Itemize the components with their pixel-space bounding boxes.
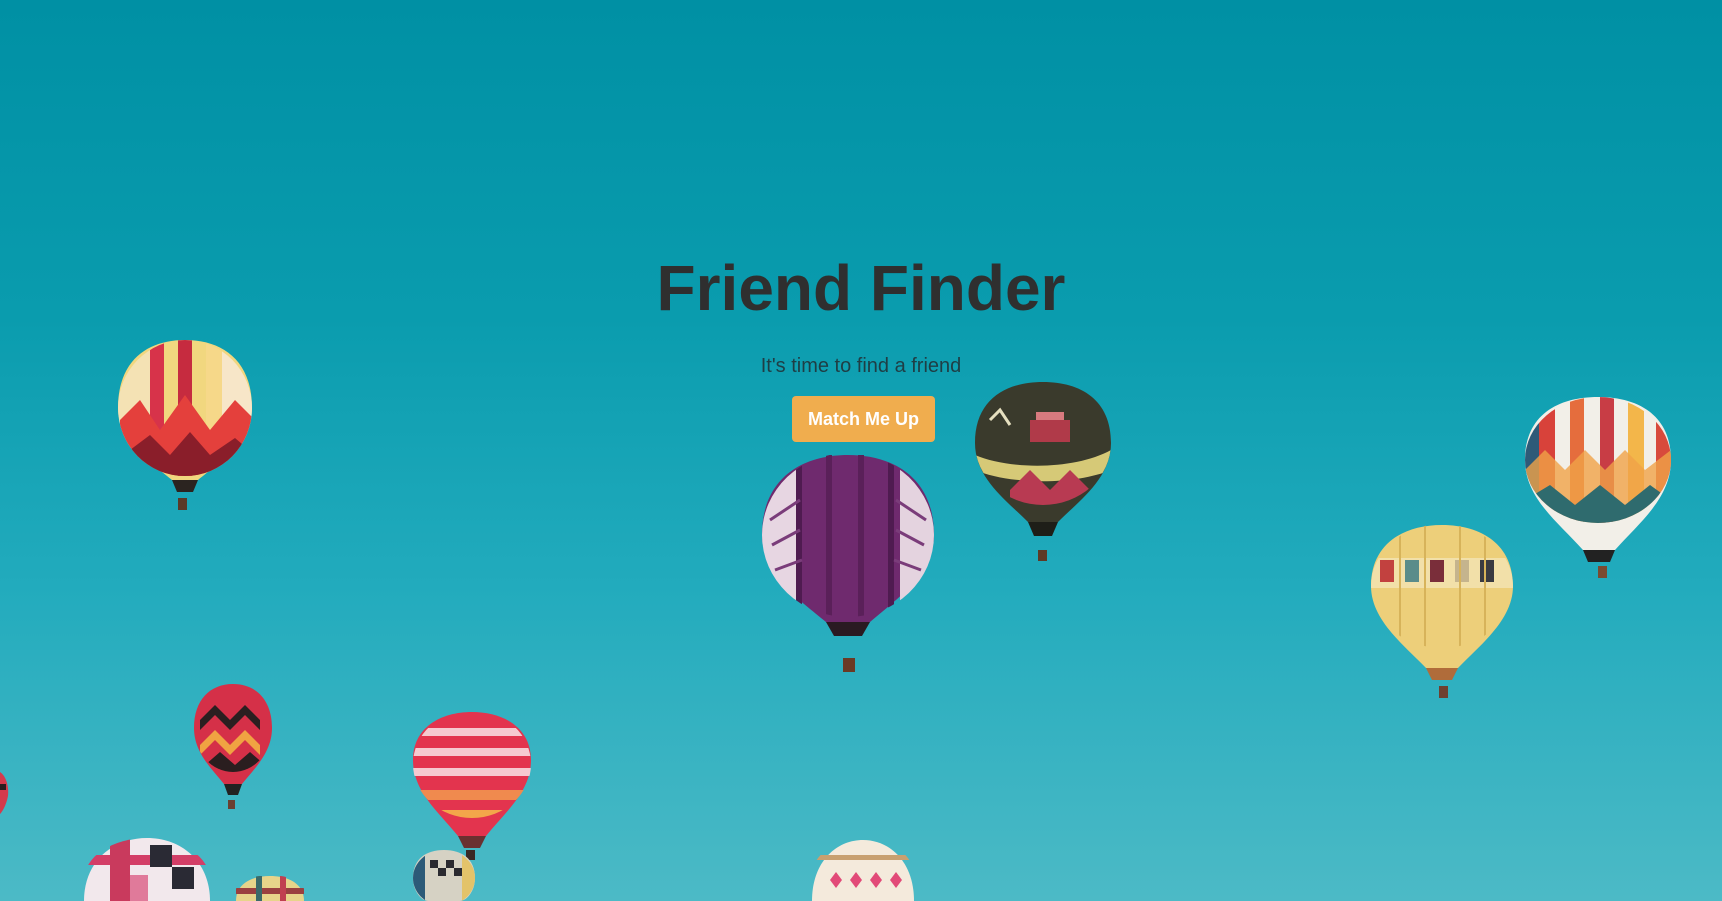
balloon-right-yellow [1371,525,1513,698]
balloon-left-upper [118,340,252,510]
balloon-bottom-center [812,840,914,901]
hot-air-balloons-background [0,340,1671,901]
match-me-up-button[interactable]: Match Me Up [792,396,935,442]
balloon-right-upper [1525,397,1671,578]
balloon-center-purple [762,455,934,672]
balloon-lower-pink-striped [413,712,531,860]
balloon-bottom-left [84,838,210,901]
balloon-bottom-small [236,876,304,901]
balloon-center-right-dark [975,382,1111,561]
balloon-left-edge [0,772,9,814]
balloon-lower-left-red [194,684,272,809]
balloon-bottom-checkered [413,850,475,901]
landing-page: Friend Finder It's time to find a friend… [0,0,1722,901]
